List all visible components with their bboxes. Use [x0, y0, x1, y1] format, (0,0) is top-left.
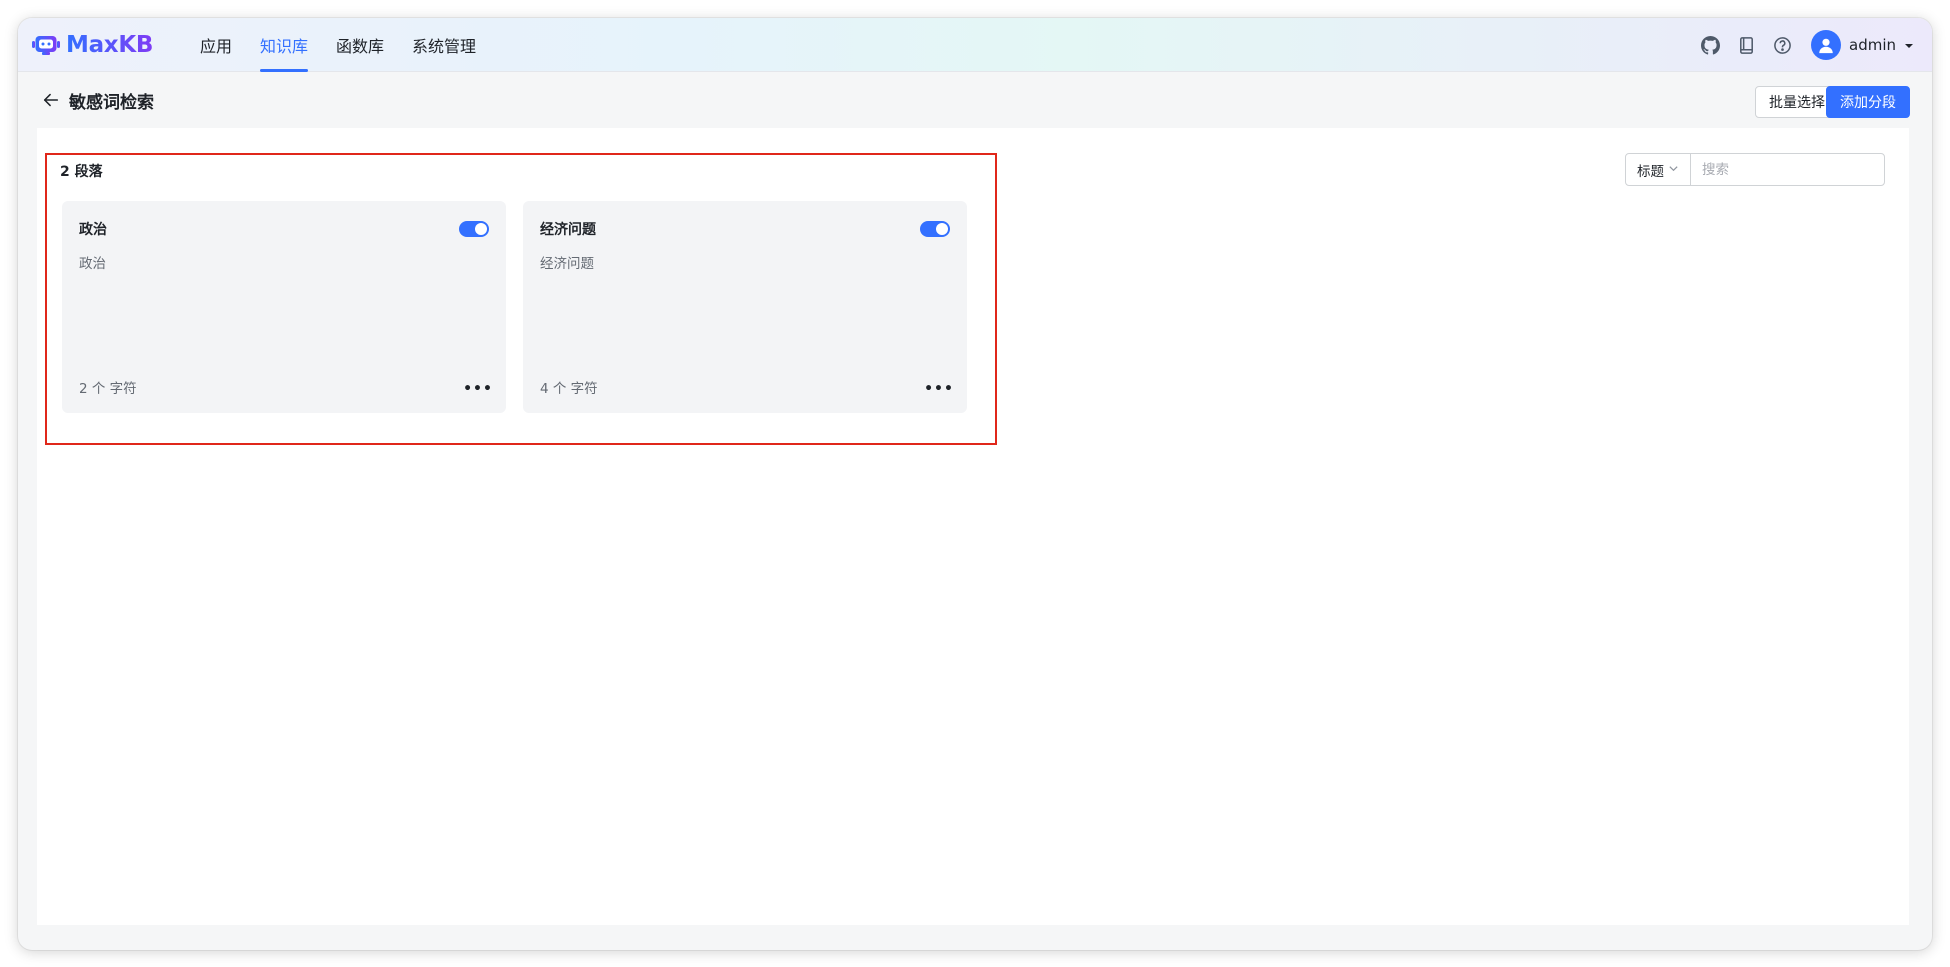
back-arrow-icon[interactable] — [40, 89, 62, 111]
page-header: 敏感词检索 批量选择 添加分段 — [18, 72, 1932, 128]
top-navbar: MaxKB 应用 知识库 函数库 系统管理 admin — [18, 18, 1932, 72]
maxkb-logo-icon — [32, 34, 60, 56]
nav-item-knowledge-base[interactable]: 知识库 — [246, 18, 322, 72]
nav-item-function-library[interactable]: 函数库 — [322, 18, 398, 72]
user-name: admin — [1849, 36, 1896, 54]
top-right-toolbar: admin — [1699, 18, 1914, 72]
segment-enable-switch[interactable] — [920, 221, 950, 237]
more-icon[interactable]: ••• — [463, 379, 492, 399]
segment-char-count: 2 个 字符 — [79, 381, 137, 397]
segment-card[interactable]: 经济问题 经济问题 4 个 字符 ••• — [523, 201, 967, 413]
segment-enable-switch[interactable] — [459, 221, 489, 237]
github-icon[interactable] — [1699, 34, 1721, 56]
docs-icon[interactable] — [1735, 34, 1757, 56]
more-icon[interactable]: ••• — [924, 379, 953, 399]
user-menu[interactable]: admin — [1811, 30, 1914, 60]
logo-text: MaxKB — [66, 32, 154, 58]
help-icon[interactable] — [1771, 34, 1793, 56]
page-title: 敏感词检索 — [69, 93, 154, 113]
nav-item-applications[interactable]: 应用 — [186, 18, 246, 72]
app-window: MaxKB 应用 知识库 函数库 系统管理 admin 敏感词检索 批量选择 添… — [18, 18, 1932, 950]
caret-down-icon — [1904, 36, 1914, 55]
segment-content: 政治 — [79, 256, 106, 272]
avatar — [1811, 30, 1841, 60]
segment-card[interactable]: 政治 政治 2 个 字符 ••• — [62, 201, 506, 413]
search-input[interactable] — [1691, 154, 1884, 185]
chevron-down-icon — [1668, 162, 1679, 178]
segment-content: 经济问题 — [540, 256, 594, 272]
nav-item-system-management[interactable]: 系统管理 — [398, 18, 490, 72]
segment-title: 政治 — [79, 222, 107, 238]
main-nav: 应用 知识库 函数库 系统管理 — [186, 18, 490, 72]
search-field-select[interactable]: 标题 — [1626, 154, 1691, 185]
search-field-select-value: 标题 — [1637, 163, 1664, 180]
segment-char-count: 4 个 字符 — [540, 381, 598, 397]
segment-title: 经济问题 — [540, 222, 596, 238]
logo[interactable]: MaxKB — [32, 29, 153, 61]
segment-count: 2 段落 — [60, 164, 103, 180]
add-segment-button[interactable]: 添加分段 — [1826, 86, 1910, 118]
search-group: 标题 — [1625, 153, 1885, 186]
